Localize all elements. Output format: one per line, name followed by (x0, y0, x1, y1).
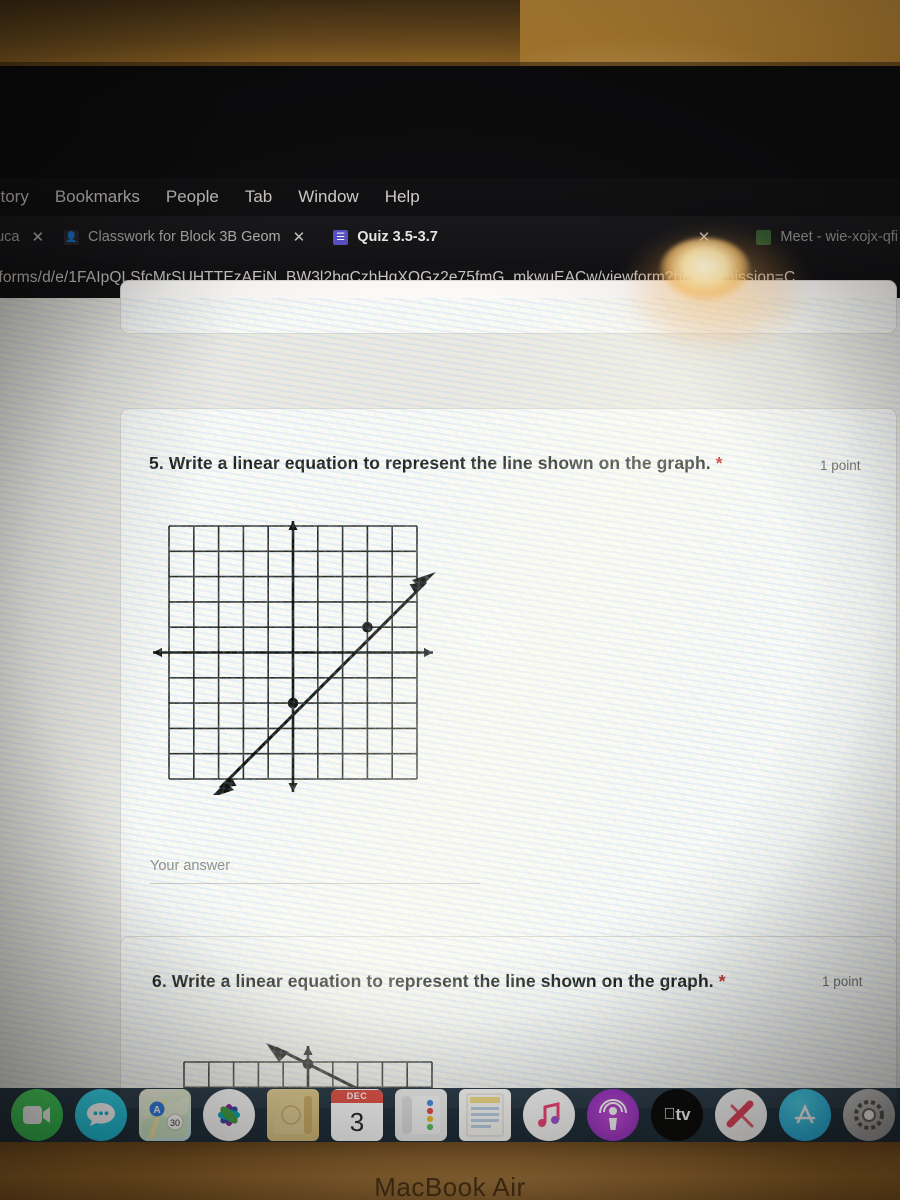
browser-tab-strip: duca ✕ 👤 Classwork for Block 3B Geom ✕ ☰… (0, 216, 900, 258)
gear-icon (854, 1100, 884, 1130)
question-5-title: 5. Write a linear equation to represent … (149, 453, 723, 474)
pages-icon (466, 1093, 504, 1137)
marked-points (287, 621, 373, 709)
classroom-icon: 👤 (64, 229, 80, 245)
required-asterisk: * (718, 971, 726, 991)
google-forms-page: 5. Write a linear equation to represent … (0, 280, 900, 1108)
messages-icon (87, 1103, 115, 1126)
menu-item-tab[interactable]: Tab (245, 187, 272, 207)
question-6-number: 6. (152, 971, 167, 991)
notes-icon (274, 1096, 312, 1134)
menu-item-bookmarks[interactable]: Bookmarks (55, 187, 140, 207)
question-5-number: 5. (149, 453, 164, 473)
menu-item-window[interactable]: Window (298, 187, 358, 207)
close-icon[interactable]: ✕ (293, 230, 306, 245)
coordinate-grid-svg-6 (183, 1043, 433, 1088)
question-5-answer-field[interactable]: Your answer (150, 858, 480, 884)
app-store-icon (794, 1103, 816, 1124)
browser-tab-meet[interactable]: Meet - wie-xojx-qfi - (756, 216, 900, 258)
tab-label: Classwork for Block 3B Geom (88, 229, 281, 245)
dock-item-calendar[interactable]: DEC 3 (331, 1089, 383, 1141)
dock-item-maps[interactable]: A 30 (139, 1089, 191, 1141)
dock-item-system-preferences[interactable] (843, 1089, 895, 1141)
dock-item-facetime[interactable] (11, 1089, 63, 1141)
dock-item-contacts[interactable] (395, 1089, 447, 1141)
contacts-icon (402, 1096, 440, 1134)
macbook-air-wordmark: MacBook Air (374, 1172, 526, 1200)
question-5-graph (148, 520, 438, 795)
dock-item-podcasts[interactable] (587, 1089, 639, 1141)
maps-icon: A 30 (142, 1096, 188, 1138)
point-0-1 (302, 1058, 314, 1070)
form-card-previous (120, 280, 897, 334)
question-5-points: 1 point (820, 458, 861, 473)
axes (153, 521, 433, 792)
coordinate-grid-svg-5 (153, 521, 436, 795)
calendar-month: DEC (331, 1089, 383, 1103)
browser-tab-educa[interactable]: duca ✕ (0, 216, 56, 258)
answer-underline (150, 883, 480, 884)
browser-tab-quiz[interactable]: ☰ Quiz 3.5-3.7 ✕ (333, 216, 722, 258)
tab-label: duca (0, 229, 20, 245)
news-icon (726, 1100, 754, 1128)
point-3-1 (362, 621, 373, 633)
browser-tab-classwork[interactable]: 👤 Classwork for Block 3B Geom ✕ (64, 216, 317, 258)
marked-points (302, 1058, 314, 1070)
podcasts-icon (599, 1099, 627, 1130)
laptop-screen: story Bookmarks People Tab Window Help d… (0, 66, 900, 1142)
close-icon[interactable]: ✕ (698, 230, 711, 245)
question-5-text: Write a linear equation to represent the… (168, 453, 711, 473)
dock-item-app-store[interactable] (779, 1089, 831, 1141)
dock-item-apple-tv[interactable]: tv (651, 1089, 703, 1141)
svg-text:30: 30 (170, 1118, 180, 1128)
dock-item-photos[interactable] (203, 1089, 255, 1141)
photos-icon (218, 1104, 240, 1126)
required-asterisk: * (715, 453, 723, 473)
menu-item-help[interactable]: Help (385, 187, 420, 207)
apple-tv-label: tv (669, 1105, 690, 1124)
close-icon[interactable]: ✕ (31, 230, 44, 245)
dock-item-pages[interactable] (459, 1089, 511, 1141)
macos-dock: A 30 DEC 3 tv (0, 1088, 900, 1142)
answer-placeholder: Your answer (150, 858, 231, 874)
point-0--2 (287, 697, 299, 709)
dock-item-music[interactable] (523, 1089, 575, 1141)
calendar-day: 3 (349, 1106, 365, 1137)
tab-label: Meet - wie-xojx-qfi - (780, 229, 900, 245)
apple-logo-icon:  (663, 1106, 675, 1124)
macos-menu-bar: story Bookmarks People Tab Window Help (0, 178, 900, 216)
question-6-graph (148, 1040, 438, 1088)
menu-item-people[interactable]: People (166, 187, 219, 207)
photo-scene: story Bookmarks People Tab Window Help d… (0, 0, 900, 1200)
music-icon (538, 1102, 560, 1127)
question-6-points: 1 point (822, 974, 863, 989)
facetime-icon (23, 1106, 50, 1124)
question-6-text: Write a linear equation to represent the… (171, 971, 714, 991)
google-meet-icon (756, 229, 772, 245)
menu-item-history[interactable]: story (0, 187, 29, 207)
dock-item-news[interactable] (715, 1089, 767, 1141)
dock-item-messages[interactable] (75, 1089, 127, 1141)
svg-text:A: A (153, 1105, 160, 1116)
tab-label: Quiz 3.5-3.7 (357, 229, 438, 245)
dock-item-notes[interactable] (267, 1089, 319, 1141)
google-forms-icon: ☰ (333, 229, 349, 245)
plotted-line (266, 1043, 360, 1088)
question-6-title: 6. Write a linear equation to represent … (152, 971, 726, 992)
